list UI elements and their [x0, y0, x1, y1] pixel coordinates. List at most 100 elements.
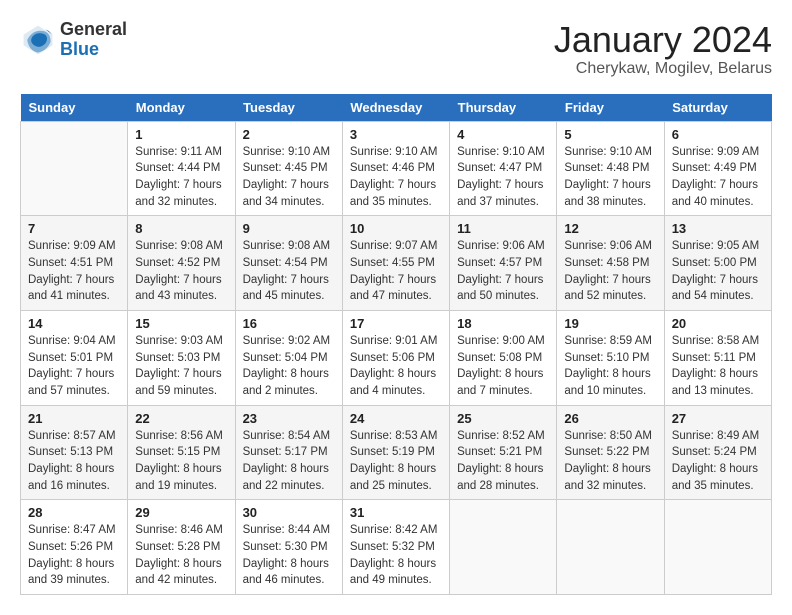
week-row-3: 14Sunrise: 9:04 AM Sunset: 5:01 PM Dayli…: [21, 310, 772, 405]
day-number: 25: [457, 411, 549, 426]
day-cell: [450, 500, 557, 595]
day-info: Sunrise: 9:09 AM Sunset: 4:49 PM Dayligh…: [672, 144, 764, 211]
day-info: Sunrise: 8:58 AM Sunset: 5:11 PM Dayligh…: [672, 333, 764, 400]
day-cell: 18 Sunrise: 9:00 AM Sunset: 5:08 PM Dayli…: [450, 310, 557, 405]
day-info: Sunrise: 8:56 AM Sunset: 5:15 PM Dayligh…: [135, 428, 227, 495]
day-cell: 8 Sunrise: 9:08 AM Sunset: 4:52 PM Daylig…: [128, 216, 235, 311]
day-cell: 3Sunrise: 9:10 AM Sunset: 4:46 PM Daylig…: [342, 121, 449, 216]
column-header-tuesday: Tuesday: [235, 94, 342, 122]
day-info: Sunrise: 9:10 AM Sunset: 4:45 PM Dayligh…: [243, 144, 335, 211]
column-header-monday: Monday: [128, 94, 235, 122]
day-info: Sunrise: 8:53 AM Sunset: 5:19 PM Dayligh…: [350, 428, 442, 495]
day-info: Sunrise: 9:06 AM Sunset: 4:57 PM Dayligh…: [457, 238, 549, 305]
day-number: 21: [28, 411, 120, 426]
day-number: 6: [672, 127, 764, 142]
day-number: 18: [457, 316, 549, 331]
column-header-wednesday: Wednesday: [342, 94, 449, 122]
column-header-thursday: Thursday: [450, 94, 557, 122]
week-row-5: 28 Sunrise: 8:47 AM Sunset: 5:26 PM Dayli…: [21, 500, 772, 595]
day-number: 31: [350, 505, 442, 520]
page-header: General Blue January 2024 Cherykaw, Mogi…: [20, 20, 772, 78]
day-number: 8: [135, 221, 227, 236]
day-info: Sunrise: 8:44 AM Sunset: 5:30 PM Dayligh…: [243, 522, 335, 589]
day-cell: 9 Sunrise: 9:08 AM Sunset: 4:54 PM Daylig…: [235, 216, 342, 311]
header-row: SundayMondayTuesdayWednesdayThursdayFrid…: [21, 94, 772, 122]
logo-general-text: General: [60, 20, 127, 40]
day-cell: 20Sunrise: 8:58 AM Sunset: 5:11 PM Dayli…: [664, 310, 771, 405]
day-cell: 19 Sunrise: 8:59 AM Sunset: 5:10 PM Dayli…: [557, 310, 664, 405]
day-cell: 31Sunrise: 8:42 AM Sunset: 5:32 PM Dayli…: [342, 500, 449, 595]
day-cell: 11 Sunrise: 9:06 AM Sunset: 4:57 PM Dayli…: [450, 216, 557, 311]
title-block: January 2024 Cherykaw, Mogilev, Belarus: [554, 20, 772, 78]
day-number: 2: [243, 127, 335, 142]
day-number: 19: [564, 316, 656, 331]
day-number: 9: [243, 221, 335, 236]
day-info: Sunrise: 9:04 AM Sunset: 5:01 PM Dayligh…: [28, 333, 120, 400]
day-info: Sunrise: 9:08 AM Sunset: 4:54 PM Dayligh…: [243, 238, 335, 305]
day-info: Sunrise: 8:47 AM Sunset: 5:26 PM Dayligh…: [28, 522, 120, 589]
day-number: 22: [135, 411, 227, 426]
day-number: 24: [350, 411, 442, 426]
day-cell: 28 Sunrise: 8:47 AM Sunset: 5:26 PM Dayli…: [21, 500, 128, 595]
day-number: 1: [135, 127, 227, 142]
day-cell: 6 Sunrise: 9:09 AM Sunset: 4:49 PM Daylig…: [664, 121, 771, 216]
day-info: Sunrise: 9:03 AM Sunset: 5:03 PM Dayligh…: [135, 333, 227, 400]
day-info: Sunrise: 9:06 AM Sunset: 4:58 PM Dayligh…: [564, 238, 656, 305]
calendar-table: SundayMondayTuesdayWednesdayThursdayFrid…: [20, 94, 772, 595]
day-info: Sunrise: 9:01 AM Sunset: 5:06 PM Dayligh…: [350, 333, 442, 400]
column-header-saturday: Saturday: [664, 94, 771, 122]
day-cell: [557, 500, 664, 595]
day-info: Sunrise: 9:10 AM Sunset: 4:46 PM Dayligh…: [350, 144, 442, 211]
day-cell: 23Sunrise: 8:54 AM Sunset: 5:17 PM Dayli…: [235, 405, 342, 500]
day-cell: 14Sunrise: 9:04 AM Sunset: 5:01 PM Dayli…: [21, 310, 128, 405]
day-number: 7: [28, 221, 120, 236]
day-cell: 13 Sunrise: 9:05 AM Sunset: 5:00 PM Dayli…: [664, 216, 771, 311]
day-cell: 12Sunrise: 9:06 AM Sunset: 4:58 PM Dayli…: [557, 216, 664, 311]
day-number: 26: [564, 411, 656, 426]
day-number: 15: [135, 316, 227, 331]
logo-blue-text: Blue: [60, 40, 127, 60]
day-cell: 10Sunrise: 9:07 AM Sunset: 4:55 PM Dayli…: [342, 216, 449, 311]
day-number: 29: [135, 505, 227, 520]
day-number: 10: [350, 221, 442, 236]
logo: General Blue: [20, 20, 127, 60]
day-info: Sunrise: 8:52 AM Sunset: 5:21 PM Dayligh…: [457, 428, 549, 495]
logo-icon: [20, 22, 56, 58]
day-number: 27: [672, 411, 764, 426]
day-cell: 15 Sunrise: 9:03 AM Sunset: 5:03 PM Dayli…: [128, 310, 235, 405]
day-cell: 17 Sunrise: 9:01 AM Sunset: 5:06 PM Dayli…: [342, 310, 449, 405]
day-cell: 25 Sunrise: 8:52 AM Sunset: 5:21 PM Dayli…: [450, 405, 557, 500]
day-cell: 5Sunrise: 9:10 AM Sunset: 4:48 PM Daylig…: [557, 121, 664, 216]
day-info: Sunrise: 8:54 AM Sunset: 5:17 PM Dayligh…: [243, 428, 335, 495]
day-info: Sunrise: 8:59 AM Sunset: 5:10 PM Dayligh…: [564, 333, 656, 400]
day-number: 11: [457, 221, 549, 236]
day-cell: 16Sunrise: 9:02 AM Sunset: 5:04 PM Dayli…: [235, 310, 342, 405]
day-cell: 21 Sunrise: 8:57 AM Sunset: 5:13 PM Dayli…: [21, 405, 128, 500]
day-cell: 24 Sunrise: 8:53 AM Sunset: 5:19 PM Dayli…: [342, 405, 449, 500]
day-number: 17: [350, 316, 442, 331]
day-cell: 30 Sunrise: 8:44 AM Sunset: 5:30 PM Dayli…: [235, 500, 342, 595]
day-info: Sunrise: 8:49 AM Sunset: 5:24 PM Dayligh…: [672, 428, 764, 495]
calendar-subtitle: Cherykaw, Mogilev, Belarus: [554, 60, 772, 78]
day-number: 13: [672, 221, 764, 236]
day-number: 4: [457, 127, 549, 142]
week-row-4: 21 Sunrise: 8:57 AM Sunset: 5:13 PM Dayli…: [21, 405, 772, 500]
day-info: Sunrise: 9:10 AM Sunset: 4:47 PM Dayligh…: [457, 144, 549, 211]
day-cell: 29Sunrise: 8:46 AM Sunset: 5:28 PM Dayli…: [128, 500, 235, 595]
day-number: 28: [28, 505, 120, 520]
day-number: 30: [243, 505, 335, 520]
day-info: Sunrise: 9:08 AM Sunset: 4:52 PM Dayligh…: [135, 238, 227, 305]
day-info: Sunrise: 9:02 AM Sunset: 5:04 PM Dayligh…: [243, 333, 335, 400]
day-info: Sunrise: 9:00 AM Sunset: 5:08 PM Dayligh…: [457, 333, 549, 400]
day-info: Sunrise: 9:05 AM Sunset: 5:00 PM Dayligh…: [672, 238, 764, 305]
day-cell: 22 Sunrise: 8:56 AM Sunset: 5:15 PM Dayli…: [128, 405, 235, 500]
day-cell: 1Sunrise: 9:11 AM Sunset: 4:44 PM Daylig…: [128, 121, 235, 216]
day-info: Sunrise: 8:57 AM Sunset: 5:13 PM Dayligh…: [28, 428, 120, 495]
calendar-title: January 2024: [554, 20, 772, 60]
week-row-1: 1Sunrise: 9:11 AM Sunset: 4:44 PM Daylig…: [21, 121, 772, 216]
day-cell: 26Sunrise: 8:50 AM Sunset: 5:22 PM Dayli…: [557, 405, 664, 500]
day-cell: [664, 500, 771, 595]
day-cell: 27 Sunrise: 8:49 AM Sunset: 5:24 PM Dayli…: [664, 405, 771, 500]
day-cell: [21, 121, 128, 216]
logo-text: General Blue: [60, 20, 127, 60]
